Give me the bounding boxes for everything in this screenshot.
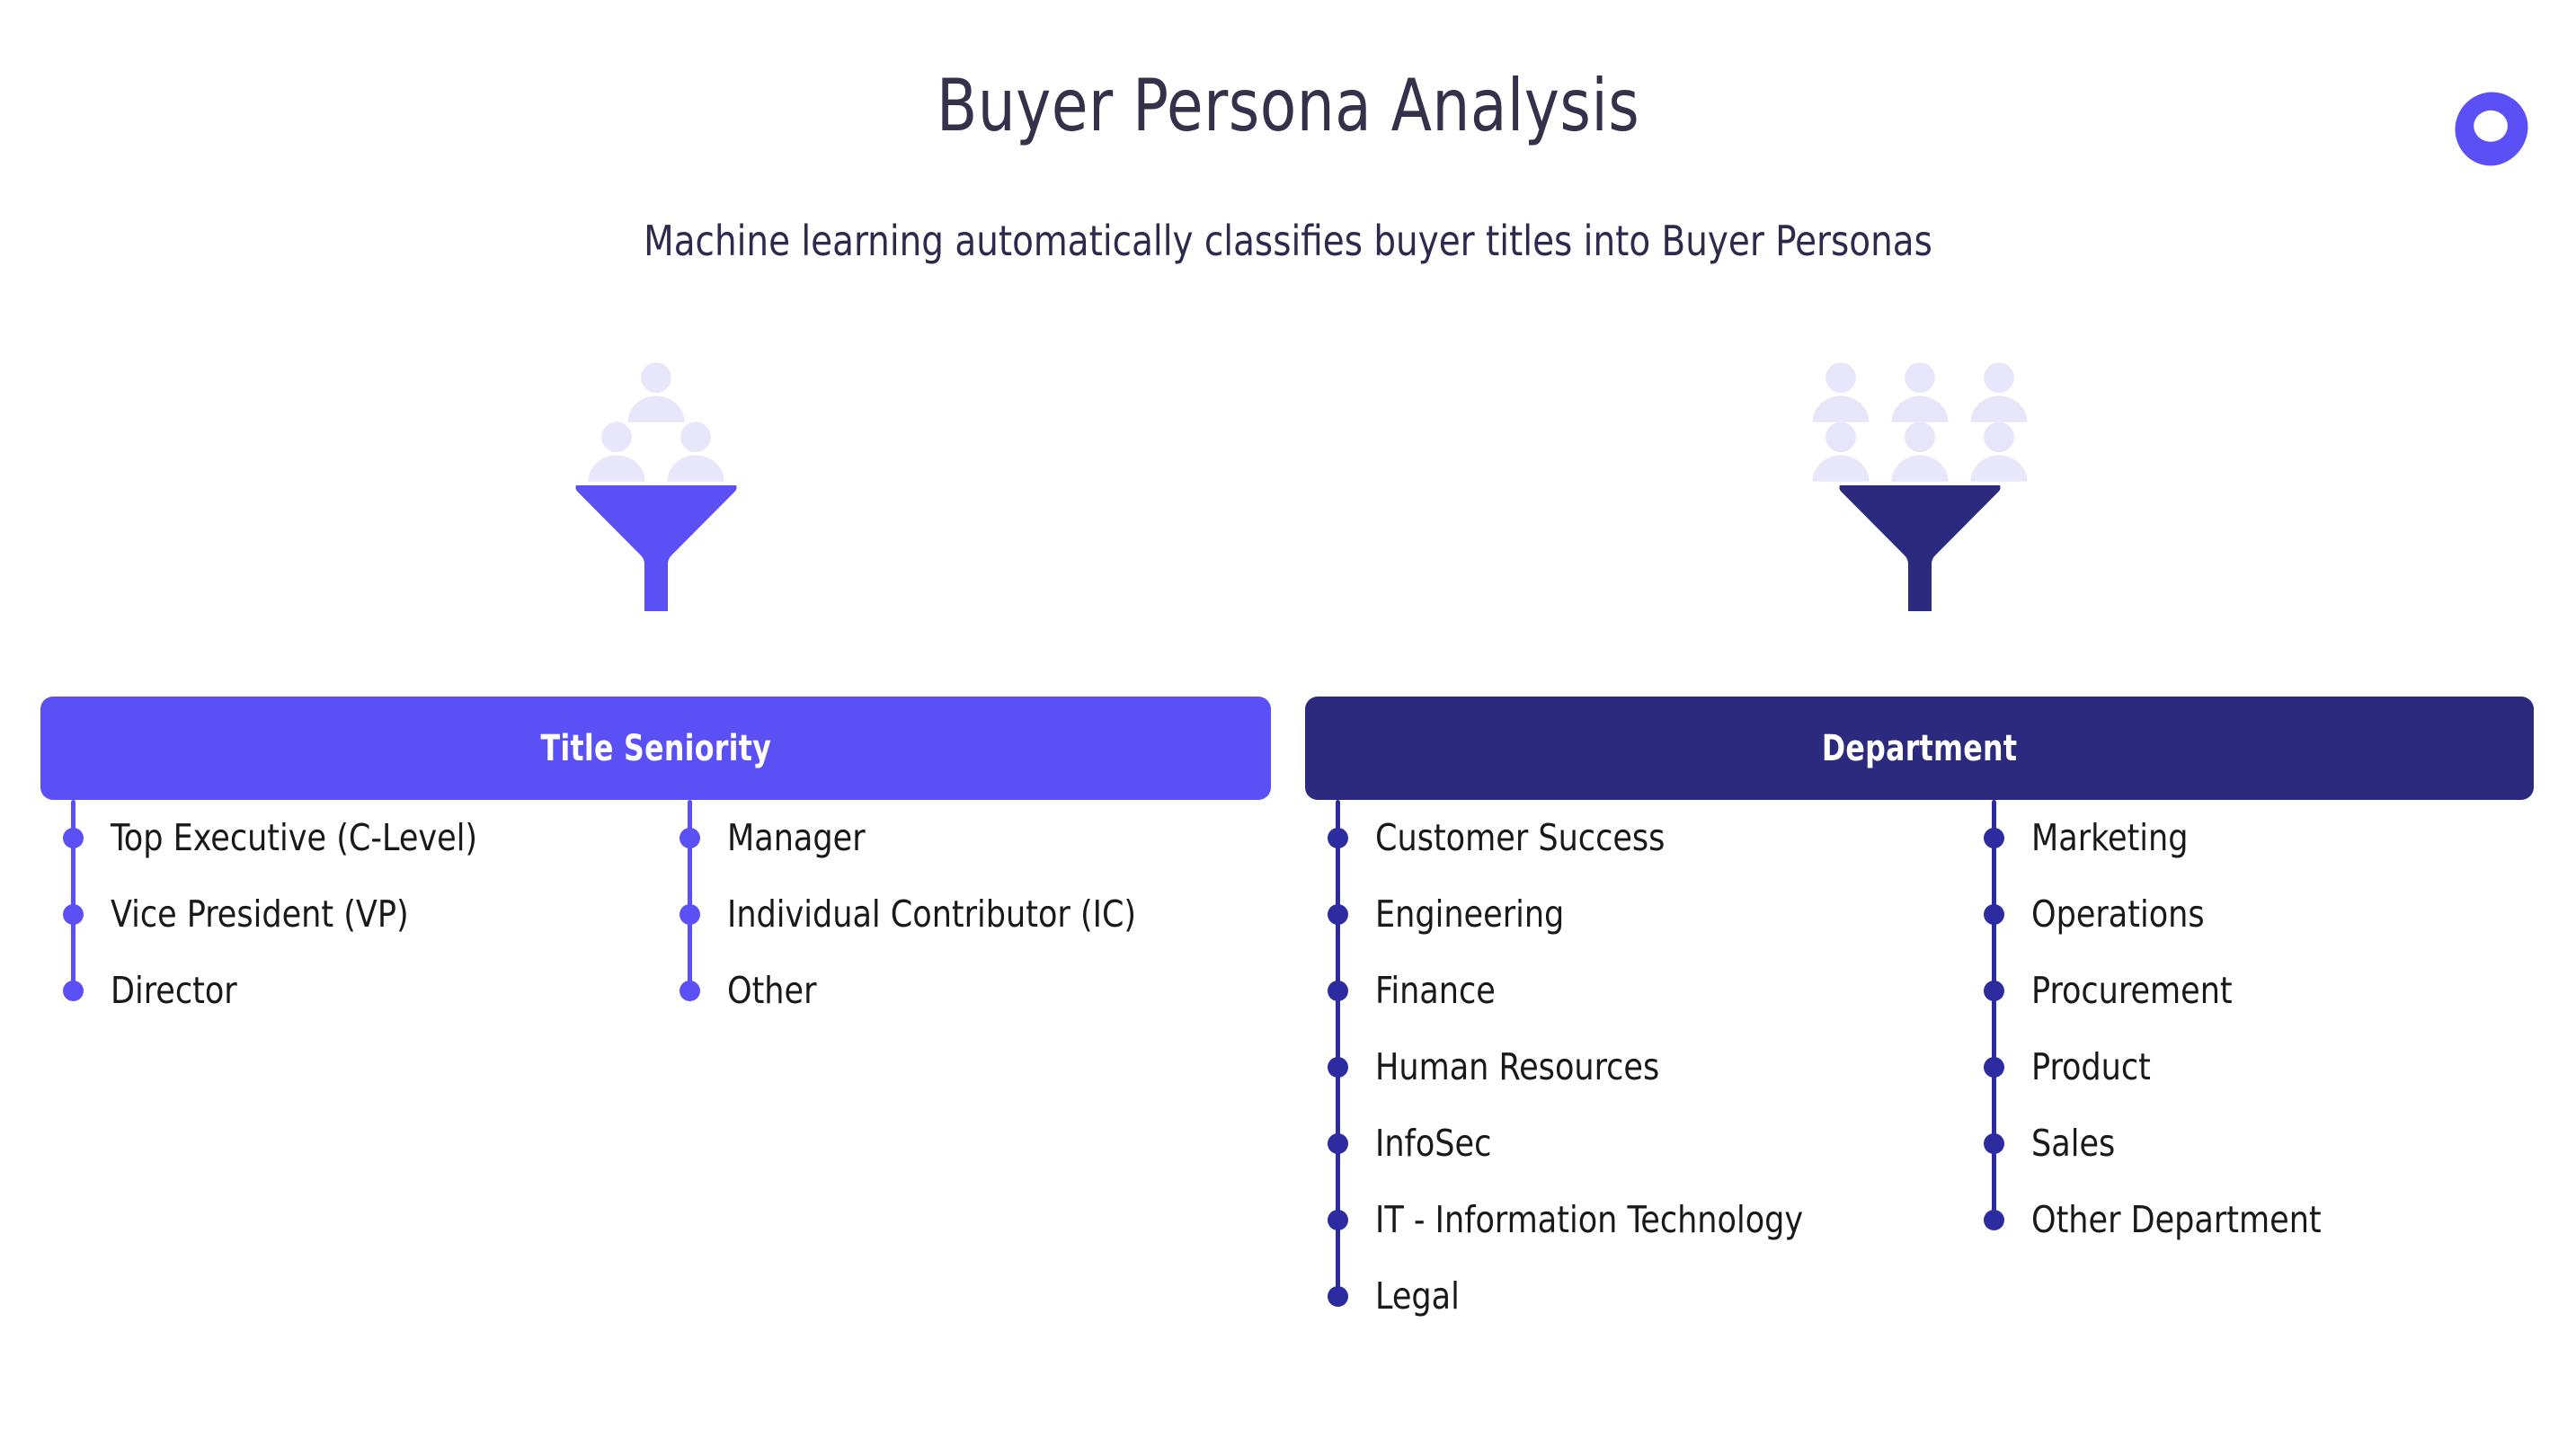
list-item[interactable]: Sales — [1984, 1105, 2531, 1182]
item-column: Marketing Operations Procurement Product… — [1984, 800, 2531, 1335]
list-item-label: Other — [727, 969, 817, 1012]
list-item[interactable]: Customer Success — [1328, 800, 1965, 876]
list-item[interactable]: Procurement — [1984, 953, 2531, 1029]
bullet-dot-icon — [1328, 1286, 1348, 1307]
people-row — [577, 419, 735, 484]
list-item[interactable]: Vice President (VP) — [63, 876, 682, 953]
list-item-label: InfoSec — [1375, 1122, 1492, 1165]
bullet-dot-icon — [1328, 904, 1348, 925]
list-item[interactable]: Other — [680, 953, 1263, 1029]
list-item-label: Customer Success — [1375, 816, 1666, 859]
funnel-group-seniority — [40, 360, 1271, 617]
list-item[interactable]: Human Resources — [1328, 1029, 1965, 1105]
item-column: Top Executive (C-Level) Vice President (… — [63, 800, 682, 1029]
bullet-dot-icon — [1984, 904, 2004, 925]
bullet-dot-icon — [63, 904, 84, 925]
bullet-dot-icon — [63, 981, 84, 1001]
banner-title-seniority: Title Seniority — [40, 697, 1271, 800]
person-icon — [588, 422, 644, 482]
person-icon — [667, 422, 724, 482]
person-icon — [1812, 422, 1869, 482]
list-item[interactable]: Engineering — [1328, 876, 1965, 953]
list-item-label: IT - Information Technology — [1375, 1198, 1804, 1241]
list-item[interactable]: Operations — [1984, 876, 2531, 953]
item-columns-seniority: Top Executive (C-Level) Vice President (… — [40, 800, 1271, 1029]
list-item[interactable]: Director — [63, 953, 682, 1029]
list-item-label: Manager — [727, 816, 866, 859]
list-item[interactable]: Legal — [1328, 1258, 1965, 1335]
item-column: Customer Success Engineering Finance Hum… — [1328, 800, 1965, 1335]
person-icon — [1970, 422, 2027, 482]
person-icon — [1970, 362, 2027, 422]
people-row — [1801, 419, 2039, 484]
bullet-dot-icon — [1984, 828, 2004, 848]
bullet-dot-icon — [1984, 1210, 2004, 1230]
item-columns-department: Customer Success Engineering Finance Hum… — [1305, 800, 2534, 1335]
list-item-label: Finance — [1375, 969, 1496, 1012]
list-item[interactable]: Other Department — [1984, 1182, 2531, 1258]
list-item-label: Operations — [2031, 892, 2205, 936]
list-item-label: Marketing — [2031, 816, 2189, 859]
people-icon-group-department — [1801, 360, 2039, 484]
bullet-dot-icon — [1984, 1133, 2004, 1154]
bullet-dot-icon — [63, 828, 84, 848]
bullet-dot-icon — [1328, 1133, 1348, 1154]
list-item[interactable]: Individual Contributor (IC) — [680, 876, 1263, 953]
bullet-dot-icon — [1984, 1057, 2004, 1078]
list-item-label: Procurement — [2031, 969, 2233, 1012]
list-item-label: Other Department — [2031, 1198, 2322, 1241]
person-icon — [1812, 362, 1869, 422]
list-item-label: Engineering — [1375, 892, 1565, 936]
bullet-dot-icon — [680, 981, 700, 1001]
funnel-icon — [574, 485, 737, 611]
bullet-dot-icon — [680, 904, 700, 925]
person-icon — [1891, 362, 1948, 422]
list-item[interactable]: IT - Information Technology — [1328, 1182, 1965, 1258]
bullet-dot-icon — [1328, 1057, 1348, 1078]
panel-title-seniority: Title Seniority Top Executive (C-Level) … — [40, 0, 1271, 1447]
bullet-dot-icon — [680, 828, 700, 848]
list-item-label: Director — [111, 969, 237, 1012]
bullet-dot-icon — [1328, 981, 1348, 1001]
list-item-label: Sales — [2031, 1122, 2116, 1165]
list-item[interactable]: InfoSec — [1328, 1105, 1965, 1182]
list-item[interactable]: Top Executive (C-Level) — [63, 800, 682, 876]
list-item-label: Human Resources — [1375, 1045, 1660, 1088]
funnel-icon — [1838, 485, 2001, 611]
person-icon — [627, 362, 684, 422]
banner-label: Department — [1821, 727, 2018, 769]
banner-department: Department — [1305, 697, 2534, 800]
bullet-dot-icon — [1984, 981, 2004, 1001]
list-item-label: Individual Contributor (IC) — [727, 892, 1137, 936]
item-column: Manager Individual Contributor (IC) Othe… — [680, 800, 1263, 1029]
list-item-label: Vice President (VP) — [111, 892, 409, 936]
person-icon — [1891, 422, 1948, 482]
bullet-dot-icon — [1328, 1210, 1348, 1230]
list-item-label: Top Executive (C-Level) — [111, 816, 478, 859]
list-item-label: Product — [2031, 1045, 2151, 1088]
people-icon-group-seniority — [577, 360, 735, 484]
funnel-group-department — [1305, 360, 2534, 617]
list-item[interactable]: Finance — [1328, 953, 1965, 1029]
bullet-dot-icon — [1328, 828, 1348, 848]
list-item[interactable]: Manager — [680, 800, 1263, 876]
people-row — [1801, 360, 2039, 424]
list-item[interactable]: Product — [1984, 1029, 2531, 1105]
people-row — [617, 360, 696, 424]
list-item[interactable]: Marketing — [1984, 800, 2531, 876]
panel-department: Department Customer Success Engineering … — [1305, 0, 2534, 1447]
list-item-label: Legal — [1375, 1274, 1460, 1318]
banner-label: Title Seniority — [540, 727, 771, 769]
